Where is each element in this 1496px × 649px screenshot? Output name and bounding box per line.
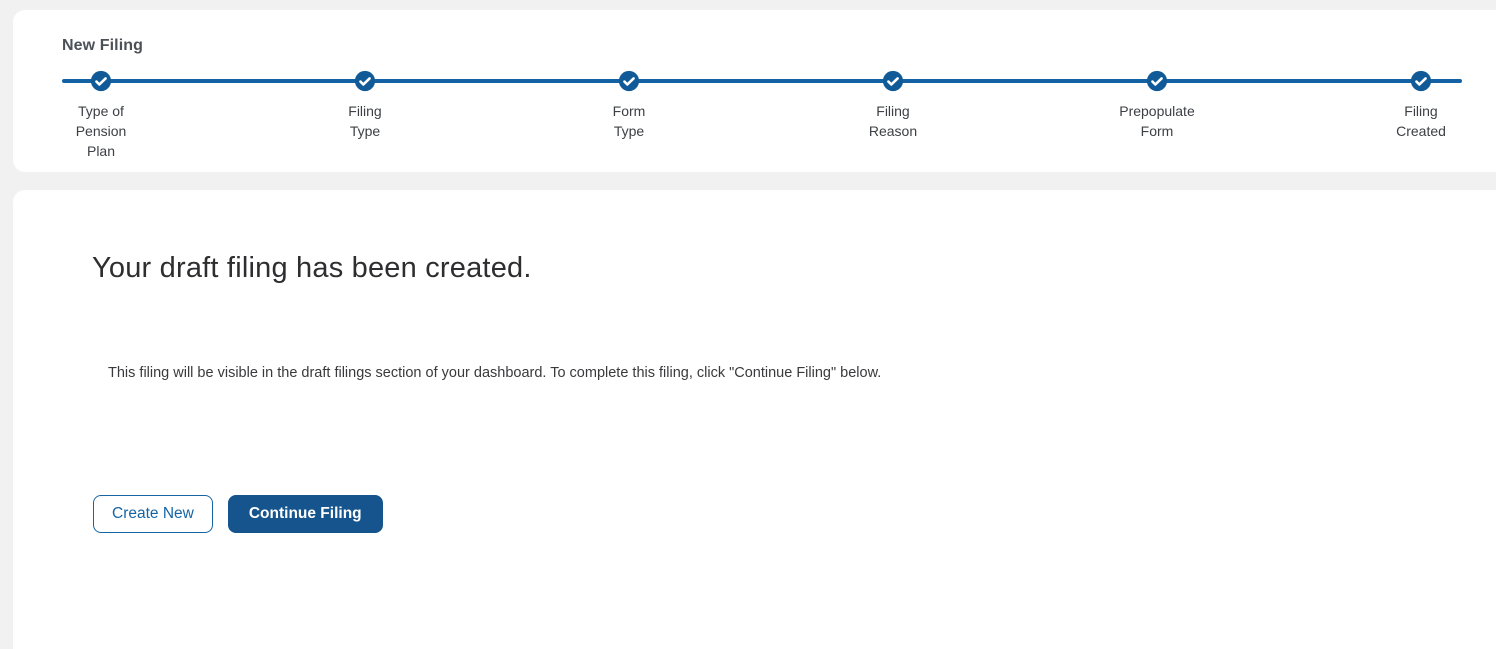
confirmation-heading: Your draft filing has been created. <box>92 252 532 284</box>
step-filing-created: Filing Created <box>1361 70 1481 141</box>
step-filing-type: Filing Type <box>305 70 425 141</box>
stepper-card: New Filing Type of Pension Plan Filing T… <box>13 10 1496 172</box>
step-label: Type of Pension Plan <box>75 103 127 159</box>
step-type-of-pension-plan: Type of Pension Plan <box>41 70 161 161</box>
check-icon <box>882 70 904 92</box>
check-icon <box>354 70 376 92</box>
page-title: New Filing <box>62 37 143 54</box>
confirmation-card: Your draft filing has been created. This… <box>13 190 1496 649</box>
step-label: Filing Created <box>1396 103 1446 139</box>
step-form-type: Form Type <box>569 70 689 141</box>
step-label: Prepopulate Form <box>1119 103 1195 139</box>
confirmation-description: This filing will be visible in the draft… <box>108 365 882 381</box>
stepper-progress-line <box>62 79 1462 83</box>
step-prepopulate-form: Prepopulate Form <box>1097 70 1217 141</box>
check-icon <box>1410 70 1432 92</box>
step-label: Filing Type <box>348 103 382 139</box>
create-new-button[interactable]: Create New <box>93 495 213 533</box>
check-icon <box>90 70 112 92</box>
action-button-row: Create New Continue Filing <box>93 495 383 533</box>
check-icon <box>618 70 640 92</box>
continue-filing-button[interactable]: Continue Filing <box>227 495 383 533</box>
step-label: Filing Reason <box>868 103 918 139</box>
step-label: Form Type <box>612 103 646 139</box>
check-icon <box>1146 70 1168 92</box>
step-filing-reason: Filing Reason <box>833 70 953 141</box>
